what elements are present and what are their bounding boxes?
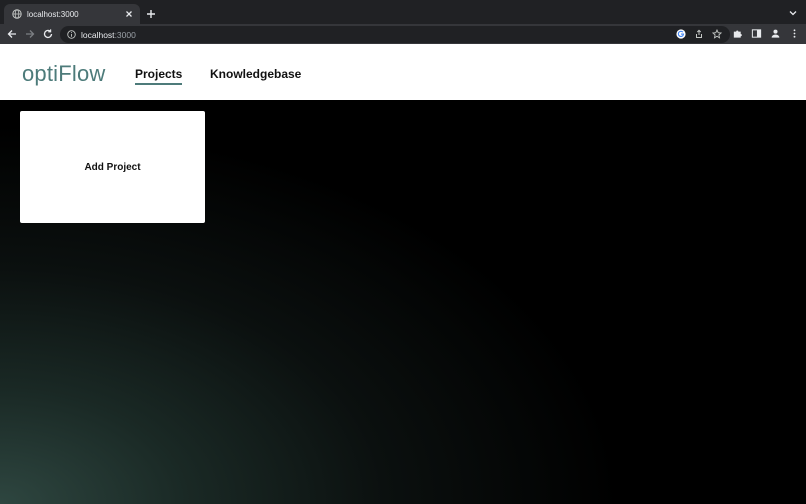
forward-arrow-icon[interactable]: [24, 28, 36, 40]
browser-toolbar: localhost:3000: [0, 24, 806, 44]
info-icon[interactable]: [67, 30, 76, 39]
nav-projects[interactable]: Projects: [135, 67, 183, 85]
browser-tab-strip: localhost:3000: [0, 0, 806, 24]
kebab-menu-icon[interactable]: [789, 28, 800, 39]
app-logo[interactable]: optiFlow: [22, 61, 106, 87]
side-panel-icon[interactable]: [751, 28, 762, 39]
share-icon[interactable]: [694, 29, 704, 39]
star-icon[interactable]: [712, 29, 722, 39]
close-icon[interactable]: [124, 9, 134, 19]
puzzle-icon[interactable]: [732, 28, 743, 39]
google-icon[interactable]: [676, 29, 686, 39]
url-port: :3000: [114, 29, 136, 40]
browser-tab[interactable]: localhost:3000: [4, 4, 140, 24]
app-header: optiFlow Projects Knowledgebase: [0, 44, 806, 100]
tab-title: localhost:3000: [27, 9, 79, 19]
back-arrow-icon[interactable]: [6, 28, 18, 40]
reload-icon[interactable]: [42, 28, 54, 40]
address-bar-actions: [676, 29, 722, 39]
address-bar[interactable]: localhost:3000: [60, 26, 730, 43]
globe-icon: [12, 9, 22, 19]
projects-area: Add Project: [0, 100, 806, 504]
url-host: localhost: [81, 29, 115, 40]
add-project-card[interactable]: Add Project: [20, 111, 205, 223]
chevron-down-icon[interactable]: [788, 8, 798, 18]
profile-icon[interactable]: [770, 28, 781, 39]
nav-knowledgebase[interactable]: Knowledgebase: [210, 67, 301, 81]
toolbar-actions: [732, 28, 800, 39]
add-project-label: Add Project: [84, 161, 141, 173]
plus-icon[interactable]: [145, 8, 157, 20]
